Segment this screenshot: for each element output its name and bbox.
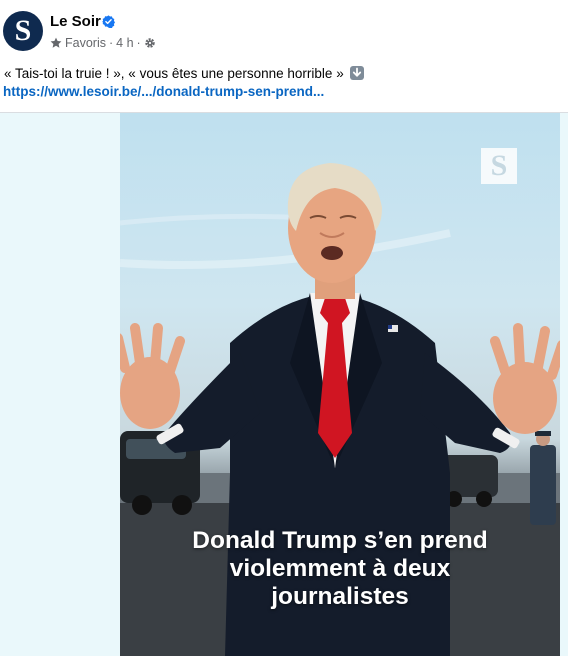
post-time[interactable]: 4 h — [116, 36, 133, 50]
article-link[interactable]: https://www.lesoir.be/.../donald-trump-s… — [3, 84, 324, 99]
page-avatar[interactable]: S — [3, 11, 43, 51]
gear-icon[interactable] — [144, 37, 156, 49]
post-card: S Le Soir Favoris · 4 h · « Tais-toi la … — [0, 0, 568, 656]
caption-line: journalistes — [271, 583, 409, 610]
star-icon — [50, 37, 62, 48]
down-arrow-icon — [350, 66, 365, 80]
verified-badge-icon — [102, 15, 115, 28]
post-meta: Favoris · 4 h · — [50, 36, 156, 50]
post-header: S Le Soir Favoris · 4 h · — [0, 0, 568, 62]
caption-line: violemment à deux — [229, 555, 451, 582]
video-caption: Donald Trump s’en prend violemment à deu… — [120, 527, 560, 611]
post-text: « Tais-toi la truie ! », « vous êtes une… — [4, 66, 365, 81]
meta-separator: · — [136, 36, 141, 50]
caption-line: Donald Trump s’en prend — [192, 527, 488, 554]
page-name[interactable]: Le Soir — [50, 13, 101, 30]
audience-label[interactable]: Favoris — [65, 36, 106, 50]
le-soir-watermark-logo: S — [481, 148, 517, 184]
meta-separator: · — [108, 36, 114, 50]
post-text-content: « Tais-toi la truie ! », « vous êtes une… — [4, 66, 344, 81]
video-thumbnail[interactable]: S Donald Trump s’en prend violemment à d… — [120, 113, 560, 656]
